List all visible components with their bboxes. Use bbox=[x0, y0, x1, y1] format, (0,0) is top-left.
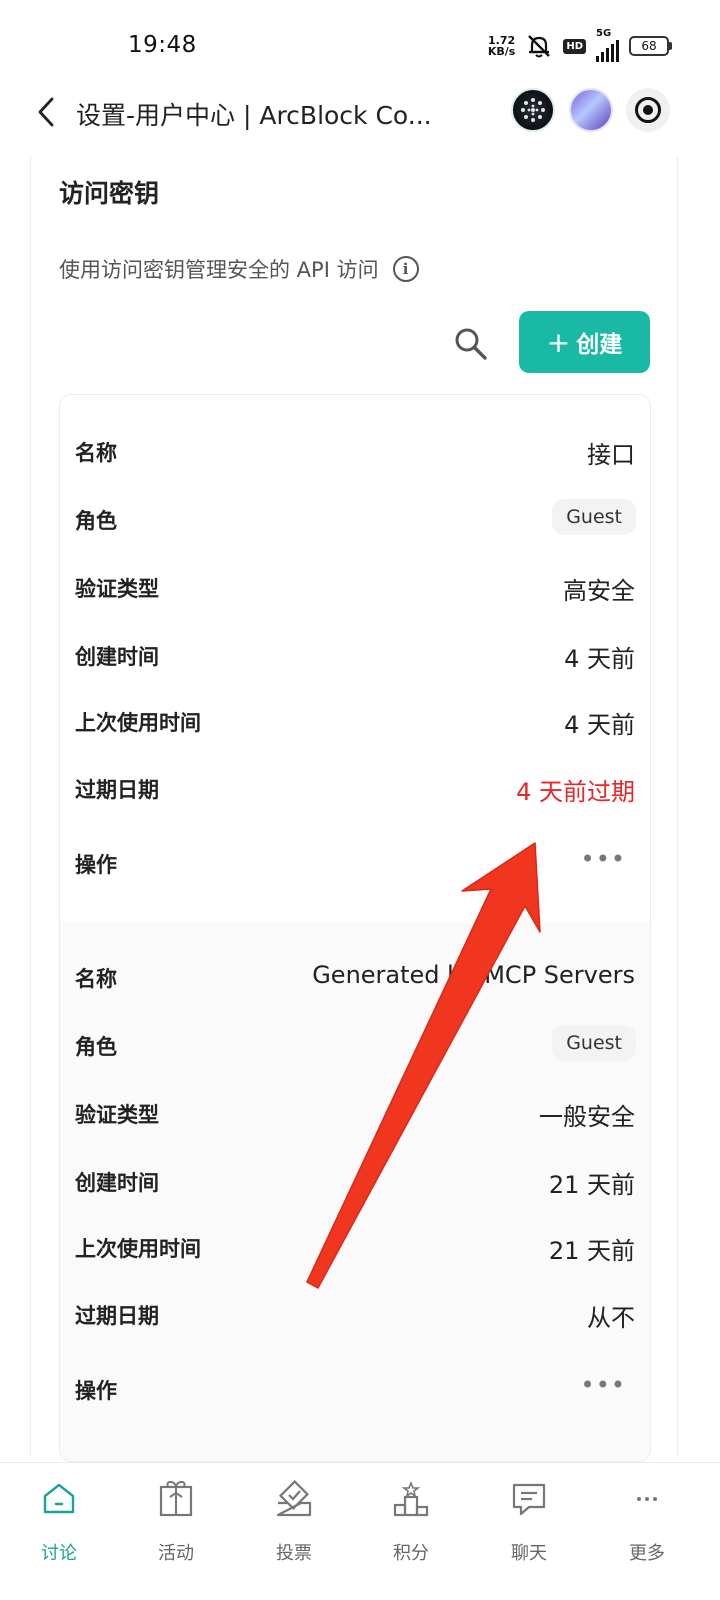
section-title: 访问密钥 bbox=[59, 179, 160, 208]
more-icon bbox=[637, 1497, 657, 1501]
hd-badge: HD bbox=[563, 38, 586, 54]
dots-logo-icon bbox=[521, 98, 545, 122]
key-auth-value: 一般安全 bbox=[539, 1103, 635, 1131]
create-key-label: 创建 bbox=[576, 332, 623, 358]
key-expires-row: 过期日期 从不 bbox=[60, 1294, 650, 1334]
key-actions-label: 操作 bbox=[75, 1379, 117, 1403]
key-last-used-value: 21 天前 bbox=[548, 1237, 635, 1265]
plus-icon: + bbox=[546, 325, 571, 359]
create-key-button[interactable]: + 创建 bbox=[519, 311, 650, 373]
tab-label: 讨论 bbox=[41, 1543, 77, 1564]
key-name-label: 名称 bbox=[75, 441, 117, 465]
access-key-card: 名称 接口 角色 Guest 验证类型 高安全 创建时间 4 天前 上次使用时间… bbox=[60, 395, 650, 921]
bottom-tab-bar: 讨论 活动 投票 积分 聊天 更多 bbox=[0, 1462, 720, 1600]
user-avatar[interactable] bbox=[569, 88, 613, 132]
key-created-label: 创建时间 bbox=[75, 645, 159, 669]
key-expires-label: 过期日期 bbox=[75, 1304, 159, 1328]
network-type: 5G bbox=[596, 28, 612, 39]
mute-bell-icon bbox=[528, 35, 551, 58]
tab-points[interactable]: 积分 bbox=[361, 1479, 461, 1589]
key-name-value: Generated by MCP Servers bbox=[312, 961, 635, 989]
tab-vote[interactable]: 投票 bbox=[244, 1479, 344, 1589]
tab-label: 积分 bbox=[393, 1543, 429, 1564]
cellular-signal-icon: 5G bbox=[596, 28, 619, 62]
tab-label: 聊天 bbox=[511, 1543, 547, 1564]
home-icon bbox=[43, 1483, 75, 1514]
key-auth-label: 验证类型 bbox=[75, 577, 159, 601]
battery-level: 68 bbox=[629, 36, 669, 56]
tab-chat[interactable]: 聊天 bbox=[479, 1479, 579, 1589]
key-auth-label: 验证类型 bbox=[75, 1103, 159, 1127]
search-icon bbox=[455, 328, 487, 360]
record-button[interactable] bbox=[626, 88, 670, 132]
key-expires-row: 过期日期 4 天前过期 bbox=[60, 768, 650, 808]
key-expires-value: 从不 bbox=[587, 1304, 635, 1332]
page-title: 设置-用户中心 | ArcBlock Co... bbox=[76, 101, 432, 130]
key-name-label: 名称 bbox=[75, 967, 117, 991]
tab-label: 活动 bbox=[158, 1543, 194, 1564]
status-time: 19:48 bbox=[128, 32, 197, 58]
key-auth-row: 验证类型 高安全 bbox=[60, 567, 650, 607]
key-name-value: 接口 bbox=[587, 441, 635, 469]
role-chip: Guest bbox=[552, 499, 636, 535]
podium-icon bbox=[393, 1480, 429, 1517]
key-actions-row: 操作 ••• bbox=[60, 843, 650, 883]
more-actions-button[interactable]: ••• bbox=[581, 847, 626, 871]
section-description: 使用访问密钥管理安全的 API 访问 i bbox=[59, 254, 419, 284]
key-last-used-label: 上次使用时间 bbox=[75, 1237, 201, 1261]
key-role-row: 角色 Guest bbox=[60, 1025, 650, 1065]
access-keys-panel: 访问密钥 使用访问密钥管理安全的 API 访问 i + 创建 名称 接口 角色 … bbox=[30, 156, 678, 1462]
key-last-used-row: 上次使用时间 21 天前 bbox=[60, 1227, 650, 1267]
net-speed: 1.72 KB/s bbox=[487, 34, 516, 58]
tab-label: 投票 bbox=[276, 1543, 312, 1564]
more-actions-button[interactable]: ••• bbox=[581, 1373, 626, 1397]
key-role-label: 角色 bbox=[75, 509, 117, 533]
tab-discussion[interactable]: 讨论 bbox=[9, 1479, 109, 1589]
key-name-row: 名称 Generated by MCP Servers bbox=[60, 957, 650, 997]
tab-more[interactable]: 更多 bbox=[597, 1479, 697, 1589]
info-icon[interactable]: i bbox=[392, 256, 419, 282]
battery-icon: 68 bbox=[629, 36, 672, 56]
key-name-row: 名称 接口 bbox=[60, 431, 650, 471]
key-auth-value: 高安全 bbox=[563, 577, 635, 605]
key-role-row: 角色 Guest bbox=[60, 499, 650, 539]
key-expires-value: 4 天前过期 bbox=[516, 778, 635, 806]
key-created-value: 21 天前 bbox=[548, 1171, 635, 1199]
key-created-value: 4 天前 bbox=[564, 645, 635, 673]
key-actions-row: 操作 ••• bbox=[60, 1369, 650, 1409]
role-chip: Guest bbox=[552, 1025, 636, 1061]
vote-icon bbox=[276, 1480, 312, 1517]
key-auth-row: 验证类型 一般安全 bbox=[60, 1093, 650, 1133]
status-bar: 19:48 1.72 KB/s HD 5G 68 bbox=[0, 0, 720, 90]
access-key-list: 名称 接口 角色 Guest 验证类型 高安全 创建时间 4 天前 上次使用时间… bbox=[59, 394, 651, 1462]
key-last-used-value: 4 天前 bbox=[564, 711, 635, 739]
key-created-row: 创建时间 4 天前 bbox=[60, 635, 650, 675]
gift-icon bbox=[159, 1480, 193, 1517]
nav-bar: 设置-用户中心 | ArcBlock Co... bbox=[0, 82, 720, 146]
section-description-text: 使用访问密钥管理安全的 API 访问 bbox=[59, 258, 379, 282]
access-key-card: 名称 Generated by MCP Servers 角色 Guest 验证类… bbox=[60, 921, 650, 1461]
back-button[interactable] bbox=[30, 94, 66, 130]
status-icons: 1.72 KB/s HD 5G 68 bbox=[487, 28, 672, 62]
key-created-label: 创建时间 bbox=[75, 1171, 159, 1195]
key-created-row: 创建时间 21 天前 bbox=[60, 1161, 650, 1201]
key-last-used-label: 上次使用时间 bbox=[75, 711, 201, 735]
search-button[interactable] bbox=[451, 324, 491, 364]
chat-icon bbox=[512, 1483, 546, 1516]
arcblock-app-icon[interactable] bbox=[511, 88, 555, 132]
key-last-used-row: 上次使用时间 4 天前 bbox=[60, 701, 650, 741]
chevron-left-icon bbox=[38, 97, 54, 127]
key-expires-label: 过期日期 bbox=[75, 778, 159, 802]
tab-activities[interactable]: 活动 bbox=[126, 1479, 226, 1589]
tab-label: 更多 bbox=[629, 1543, 665, 1564]
key-role-label: 角色 bbox=[75, 1035, 117, 1059]
key-actions-label: 操作 bbox=[75, 853, 117, 877]
